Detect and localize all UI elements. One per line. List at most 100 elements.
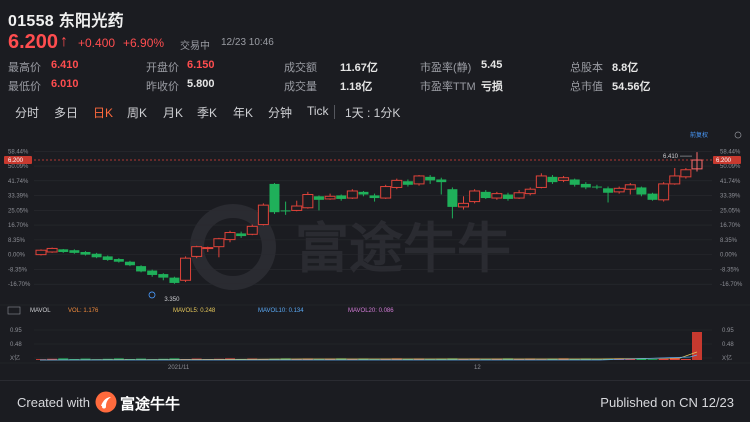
- stock-name: 东阳光药: [58, 13, 124, 30]
- candle-body[interactable]: [180, 257, 192, 281]
- stat-value: 5.45: [481, 59, 503, 71]
- candle-body[interactable]: [102, 256, 113, 260]
- candle-body[interactable]: [513, 192, 525, 199]
- candle-body[interactable]: [591, 186, 602, 188]
- candle-body[interactable]: [346, 190, 358, 199]
- candle-body[interactable]: [91, 253, 102, 258]
- candle-body[interactable]: [191, 246, 203, 257]
- candle-body[interactable]: [246, 225, 258, 235]
- candle-body[interactable]: [69, 250, 80, 253]
- candle-body[interactable]: [547, 176, 558, 183]
- candle-body[interactable]: [558, 177, 570, 181]
- candle-body[interactable]: [257, 204, 269, 226]
- candle-body[interactable]: [480, 191, 491, 199]
- brand-name: 富途牛牛: [120, 396, 181, 413]
- candle-body[interactable]: [535, 175, 547, 188]
- candle-body[interactable]: [603, 188, 614, 193]
- candle-body[interactable]: [324, 195, 336, 200]
- candle-body[interactable]: [413, 175, 425, 185]
- volume-bar: [658, 358, 669, 360]
- tab-3[interactable]: 周K: [127, 104, 147, 121]
- volume-tick-right: 0.48: [722, 342, 734, 348]
- tab-4[interactable]: 月K: [163, 104, 183, 121]
- candle-body[interactable]: [680, 169, 692, 178]
- y-tick-left: 25.05%: [8, 208, 29, 214]
- stat-label: 总股本: [570, 62, 603, 74]
- watermark-text: 富途牛牛: [295, 217, 511, 280]
- candle-body[interactable]: [469, 190, 481, 203]
- candle-body[interactable]: [46, 247, 58, 253]
- candle-body[interactable]: [502, 194, 513, 199]
- candle-body[interactable]: [169, 277, 180, 283]
- y-tick-left: 8.35%: [8, 238, 26, 244]
- candle-body[interactable]: [402, 181, 413, 185]
- candle-body[interactable]: [569, 179, 580, 185]
- stat-label: 成交量: [284, 81, 317, 93]
- candle-body[interactable]: [580, 183, 591, 188]
- tab-1[interactable]: 多日: [54, 104, 78, 121]
- price-change-pct: +6.90%: [123, 36, 165, 50]
- candle-body[interactable]: [280, 210, 291, 212]
- candle-body[interactable]: [491, 193, 503, 199]
- y-tick-right: -8.35%: [720, 267, 740, 273]
- candle-body[interactable]: [302, 194, 314, 209]
- candle-body[interactable]: [80, 251, 91, 255]
- stat-label: 昨收价: [146, 81, 179, 93]
- candle-body[interactable]: [158, 274, 169, 278]
- candle-body[interactable]: [236, 233, 247, 237]
- tab-5[interactable]: 季K: [197, 104, 217, 121]
- volume-legend-mavol: MAVOL: [30, 308, 51, 314]
- candle-body[interactable]: [391, 179, 403, 188]
- candle-body[interactable]: [458, 202, 470, 208]
- candle-body[interactable]: [658, 183, 670, 201]
- candle-body[interactable]: [624, 184, 636, 190]
- tab-6[interactable]: 年K: [233, 104, 253, 121]
- candle-body[interactable]: [147, 270, 158, 275]
- high-marker: 6.410: [663, 154, 679, 160]
- y-tick-left: 41.74%: [8, 179, 29, 185]
- tab-divider: [334, 105, 335, 119]
- candle-body[interactable]: [436, 179, 447, 183]
- candle-body[interactable]: [358, 191, 369, 195]
- event-marker-icon[interactable]: [148, 291, 156, 299]
- stat-label: 总市值: [570, 81, 603, 93]
- candle-body[interactable]: [524, 188, 536, 195]
- candle-body[interactable]: [425, 176, 436, 181]
- y-tick-right: 0.00%: [720, 253, 738, 259]
- stat-label: 开盘价: [146, 62, 179, 74]
- candle-body[interactable]: [213, 238, 225, 248]
- candle-body[interactable]: [369, 195, 380, 199]
- candle-body[interactable]: [35, 249, 47, 256]
- tab-2[interactable]: 日K: [93, 104, 113, 121]
- candle-body[interactable]: [269, 183, 280, 213]
- candle-body[interactable]: [447, 189, 458, 207]
- candle-body[interactable]: [224, 232, 236, 241]
- stat-value: 6.150: [187, 59, 215, 71]
- tab-0[interactable]: 分时: [15, 104, 39, 121]
- candle-body[interactable]: [113, 259, 124, 262]
- candle-body[interactable]: [380, 186, 392, 199]
- candle-body[interactable]: [669, 175, 681, 185]
- candle-body[interactable]: [613, 187, 625, 193]
- candle-body[interactable]: [336, 195, 347, 199]
- candle-body[interactable]: [291, 205, 303, 211]
- candle-body[interactable]: [202, 247, 214, 250]
- candle-body[interactable]: [58, 249, 69, 252]
- tab-7[interactable]: 分钟: [268, 104, 292, 121]
- tab-9[interactable]: 1天 : 1分K: [345, 104, 400, 121]
- candle-body[interactable]: [647, 193, 658, 200]
- y-tick-left: 0.00%: [8, 253, 26, 259]
- candle-body[interactable]: [636, 187, 647, 195]
- candle-body[interactable]: [124, 261, 135, 266]
- stat-label: 市盈率TTM: [420, 81, 476, 93]
- tab-8[interactable]: Tick: [307, 104, 329, 118]
- current-price-tag-right: 6.200: [716, 158, 732, 164]
- stat-value: 5.800: [187, 78, 215, 90]
- candle-body[interactable]: [313, 196, 324, 200]
- candle-body[interactable]: [136, 266, 147, 272]
- kline-chart[interactable]: 富途牛牛 58.44% 58.44% 50.09% 50.09% 41.74% 41.74%…: [0, 130, 750, 370]
- settings-icon[interactable]: [734, 131, 742, 139]
- published-date: Published on CN 12/23: [600, 395, 734, 410]
- volume-bar: [647, 359, 658, 360]
- volume-toggle-icon[interactable]: [7, 306, 21, 315]
